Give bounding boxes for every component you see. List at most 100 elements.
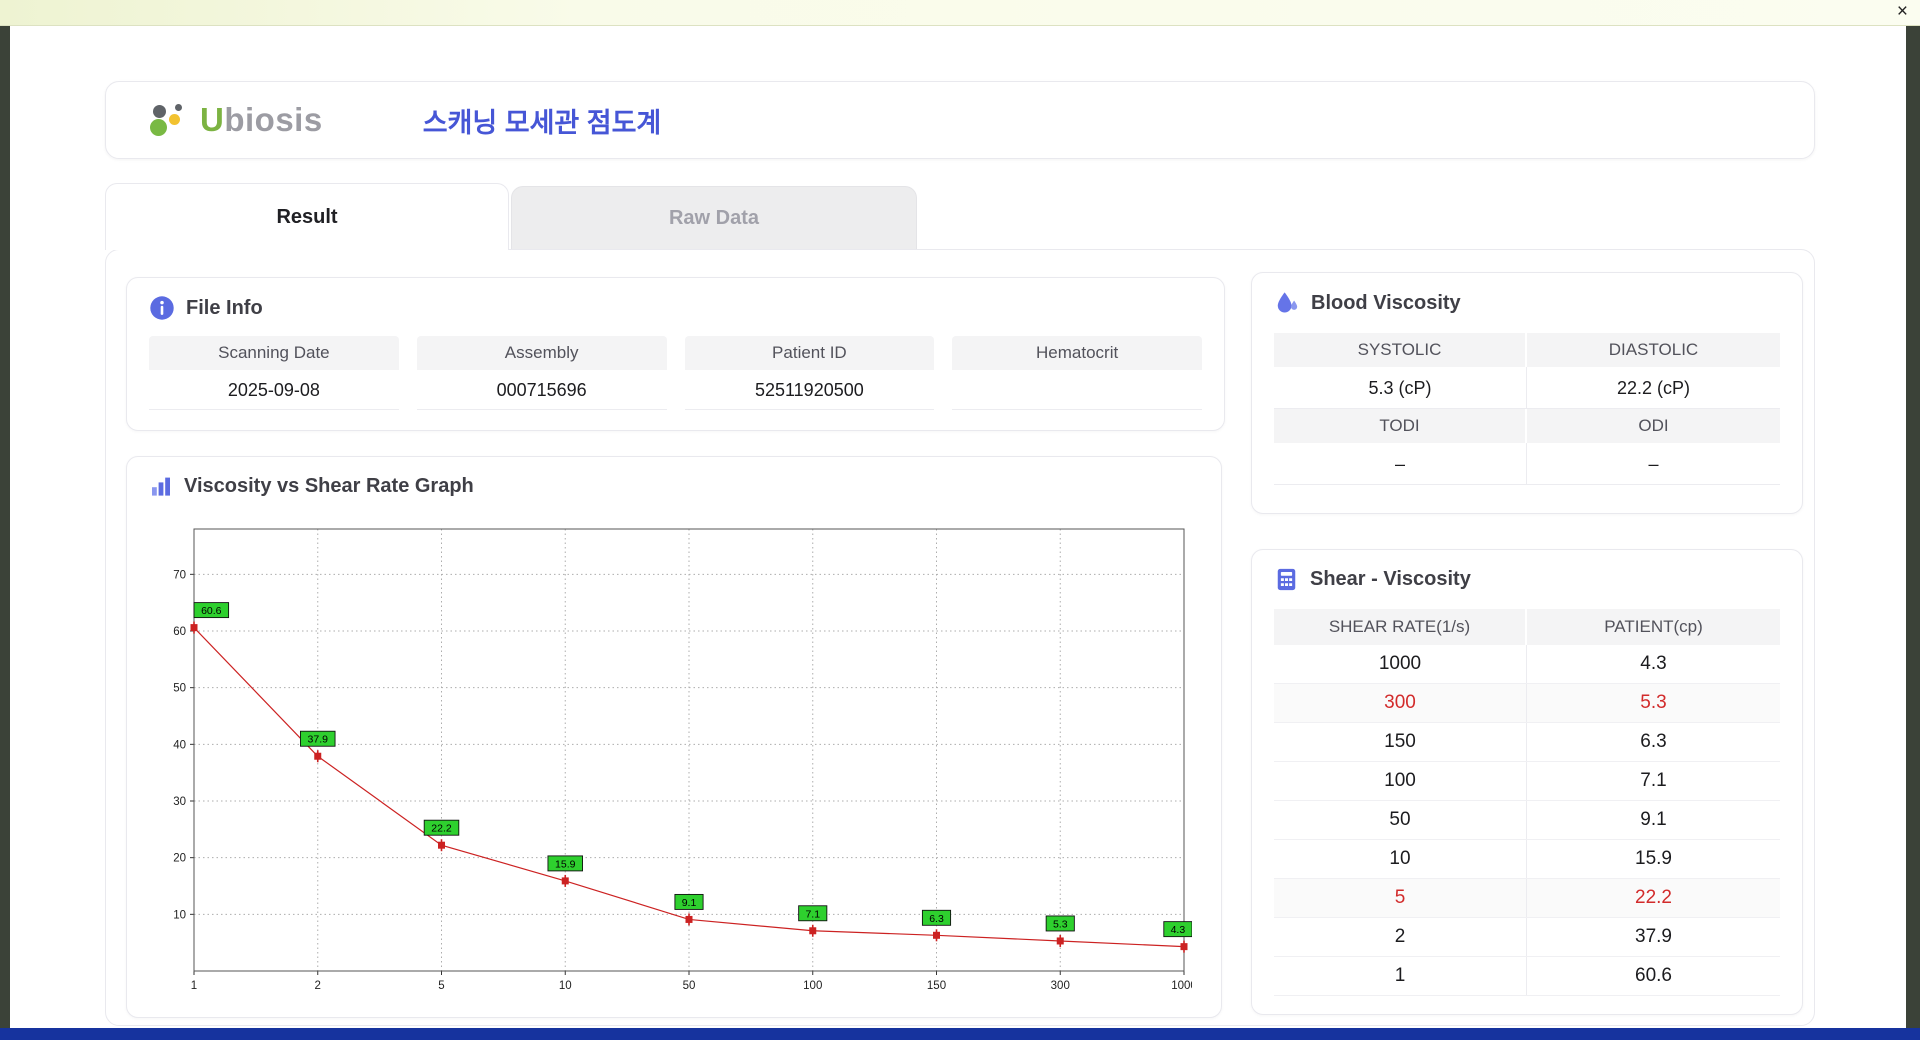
svg-text:50: 50 [683, 980, 696, 992]
patient-viscosity-cell: 9.1 [1527, 801, 1780, 839]
svg-text:22.2: 22.2 [431, 823, 452, 835]
odi-header: ODI [1527, 409, 1780, 443]
svg-text:7.1: 7.1 [805, 908, 820, 920]
todi-header: TODI [1274, 409, 1527, 443]
field-label: Scanning Date [149, 336, 399, 370]
svg-text:60: 60 [173, 626, 186, 638]
patient-viscosity-cell: 37.9 [1527, 918, 1780, 956]
chart-area: 102030405060701251050100150300100060.637… [152, 519, 1192, 1004]
field-scanning-date: Scanning Date 2025-09-08 [149, 336, 399, 410]
shear-viscosity-card: Shear - Viscosity SHEAR RATE(1/s) PATIEN… [1251, 549, 1803, 1015]
file-info-fields: Scanning Date 2025-09-08 Assembly 000715… [127, 330, 1224, 410]
svg-text:50: 50 [173, 683, 186, 695]
shear-rate-cell: 300 [1274, 684, 1527, 722]
field-patient-id: Patient ID 52511920500 [685, 336, 935, 410]
svg-text:5.3: 5.3 [1053, 918, 1068, 930]
svg-text:9.1: 9.1 [682, 897, 697, 909]
svg-text:1: 1 [191, 980, 197, 992]
field-value: 52511920500 [685, 370, 935, 410]
info-icon [149, 295, 175, 321]
tab-raw-data[interactable]: Raw Data [511, 186, 917, 249]
field-value: 000715696 [417, 370, 667, 410]
field-value [952, 370, 1202, 410]
svg-text:20: 20 [173, 853, 186, 865]
file-info-title: File Info [186, 297, 263, 320]
graph-title: Viscosity vs Shear Rate Graph [184, 475, 474, 498]
field-label: Patient ID [685, 336, 935, 370]
close-icon[interactable]: × [1897, 2, 1908, 22]
svg-text:10: 10 [173, 909, 186, 921]
shear-table-row: 10004.3 [1274, 645, 1780, 684]
svg-text:37.9: 37.9 [308, 734, 329, 746]
shear-rate-cell: 5 [1274, 879, 1527, 917]
patient-viscosity-cell: 60.6 [1527, 957, 1780, 995]
shear-table-header: SHEAR RATE(1/s) PATIENT(cp) [1274, 609, 1780, 645]
shear-rate-cell: 100 [1274, 762, 1527, 800]
blood-viscosity-table: SYSTOLIC DIASTOLIC 5.3 (cP) 22.2 (cP) TO… [1274, 333, 1780, 485]
tab-result-label: Result [276, 206, 337, 229]
svg-text:6.3: 6.3 [929, 913, 944, 925]
shear-rate-cell: 10 [1274, 840, 1527, 878]
svg-text:4.3: 4.3 [1171, 924, 1186, 936]
svg-text:1000: 1000 [1171, 980, 1192, 992]
patient-viscosity-cell: 5.3 [1527, 684, 1780, 722]
logo: Ubiosis [148, 98, 323, 142]
shear-viscosity-title: Shear - Viscosity [1310, 568, 1471, 591]
shear-table-row: 1007.1 [1274, 762, 1780, 801]
systolic-value: 5.3 (cP) [1274, 367, 1527, 409]
shear-rate-column-header: SHEAR RATE(1/s) [1274, 609, 1527, 645]
patient-viscosity-cell: 4.3 [1527, 645, 1780, 683]
field-label: Hematocrit [952, 336, 1202, 370]
file-info-card: File Info Scanning Date 2025-09-08 Assem… [126, 277, 1225, 431]
shear-rate-cell: 2 [1274, 918, 1527, 956]
viscosity-graph-card: Viscosity vs Shear Rate Graph 1020304050… [126, 456, 1222, 1018]
logo-text: Ubiosis [200, 101, 323, 139]
page-title: 스캐닝 모세관 점도계 [423, 101, 662, 140]
svg-text:300: 300 [1051, 980, 1070, 992]
patient-column-header: PATIENT(cp) [1527, 609, 1780, 645]
patient-viscosity-cell: 7.1 [1527, 762, 1780, 800]
droplet-icon [1274, 290, 1300, 316]
viscosity-chart: 102030405060701251050100150300100060.637… [152, 519, 1192, 999]
field-value: 2025-09-08 [149, 370, 399, 410]
shear-table-body: 10004.33005.31506.31007.1509.11015.9522.… [1274, 645, 1780, 996]
patient-viscosity-cell: 22.2 [1527, 879, 1780, 917]
calculator-icon [1274, 567, 1299, 592]
window-titlebar: × [0, 0, 1920, 26]
shear-table-row: 237.9 [1274, 918, 1780, 957]
diastolic-value: 22.2 (cP) [1527, 367, 1780, 409]
taskbar [0, 1028, 1920, 1040]
svg-text:70: 70 [173, 569, 186, 581]
svg-text:2: 2 [315, 980, 321, 992]
shear-table-row: 1015.9 [1274, 840, 1780, 879]
shear-rate-cell: 50 [1274, 801, 1527, 839]
svg-text:15.9: 15.9 [555, 858, 576, 870]
field-hematocrit: Hematocrit [952, 336, 1202, 410]
svg-text:150: 150 [927, 980, 946, 992]
svg-text:100: 100 [803, 980, 822, 992]
field-label: Assembly [417, 336, 667, 370]
svg-text:60.6: 60.6 [201, 605, 222, 617]
svg-text:5: 5 [438, 980, 444, 992]
shear-rate-cell: 150 [1274, 723, 1527, 761]
todi-value: – [1274, 443, 1527, 485]
bar-chart-icon [149, 474, 173, 498]
tab-result[interactable]: Result [105, 183, 509, 250]
blood-viscosity-title: Blood Viscosity [1311, 292, 1461, 315]
shear-table-row: 1506.3 [1274, 723, 1780, 762]
blood-viscosity-card: Blood Viscosity SYSTOLIC DIASTOLIC 5.3 (… [1251, 272, 1803, 514]
shear-table-row: 509.1 [1274, 801, 1780, 840]
shear-rate-cell: 1000 [1274, 645, 1527, 683]
svg-text:40: 40 [173, 739, 186, 751]
svg-text:10: 10 [559, 980, 572, 992]
patient-viscosity-cell: 15.9 [1527, 840, 1780, 878]
shear-rate-cell: 1 [1274, 957, 1527, 995]
shear-table-row: 522.2 [1274, 879, 1780, 918]
patient-viscosity-cell: 6.3 [1527, 723, 1780, 761]
ubiosis-logo-icon [148, 98, 192, 142]
field-assembly: Assembly 000715696 [417, 336, 667, 410]
tab-raw-data-label: Raw Data [669, 207, 759, 230]
odi-value: – [1527, 443, 1780, 485]
diastolic-header: DIASTOLIC [1527, 333, 1780, 367]
header: Ubiosis 스캐닝 모세관 점도계 [105, 81, 1815, 159]
